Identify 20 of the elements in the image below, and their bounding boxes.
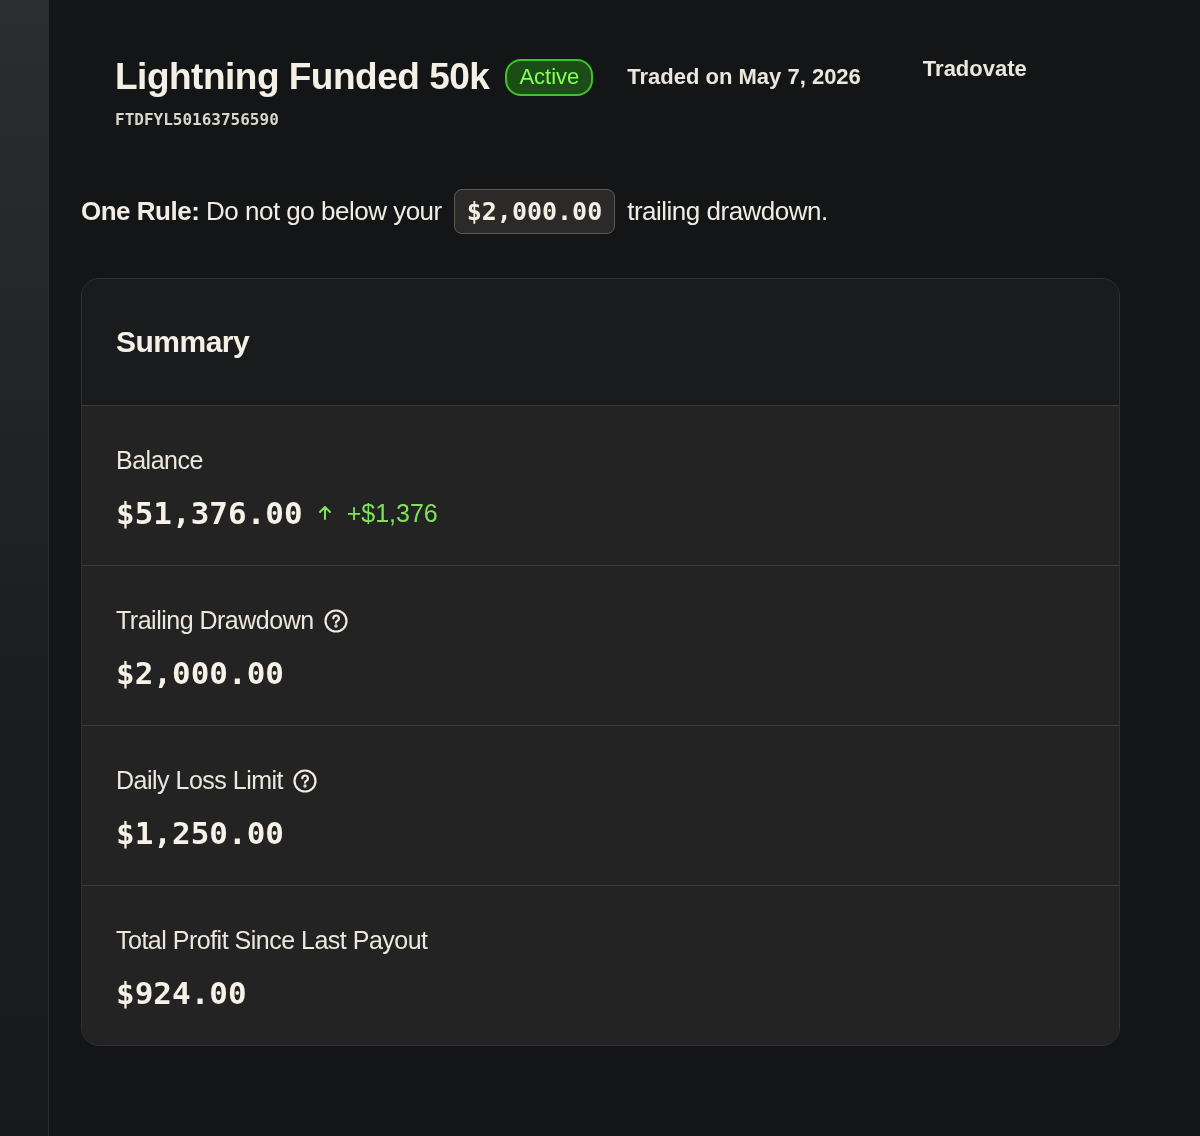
drawdown-amount: $2,000.00 <box>453 189 616 234</box>
traded-date: Traded on May 7, 2026 <box>627 64 861 90</box>
metric-value: $1,250.00 <box>116 815 284 851</box>
help-icon[interactable] <box>323 608 348 633</box>
metric-label: Trailing Drawdown <box>116 606 314 635</box>
help-icon[interactable] <box>293 768 318 793</box>
account-title: Lightning Funded 50k <box>115 56 490 98</box>
metric-value: $924.00 <box>116 975 247 1011</box>
rule-suffix: trailing drawdown. <box>627 196 828 227</box>
rule-text: One Rule: Do not go below your <box>81 196 442 227</box>
account-id: FTDFYL50163756590 <box>115 110 280 129</box>
metric-label: Daily Loss Limit <box>116 766 284 795</box>
summary-title: Summary <box>116 325 250 359</box>
platform-name: Tradovate <box>922 56 1027 82</box>
metric-value: $2,000.00 <box>116 655 284 691</box>
metric-value: $51,376.00 <box>116 495 303 531</box>
balance-change: +$1,376 <box>346 498 438 528</box>
metric-label: Balance <box>116 446 203 475</box>
status-badge: Active <box>505 58 594 96</box>
metric-label: Total Profit Since Last Payout <box>116 926 428 955</box>
